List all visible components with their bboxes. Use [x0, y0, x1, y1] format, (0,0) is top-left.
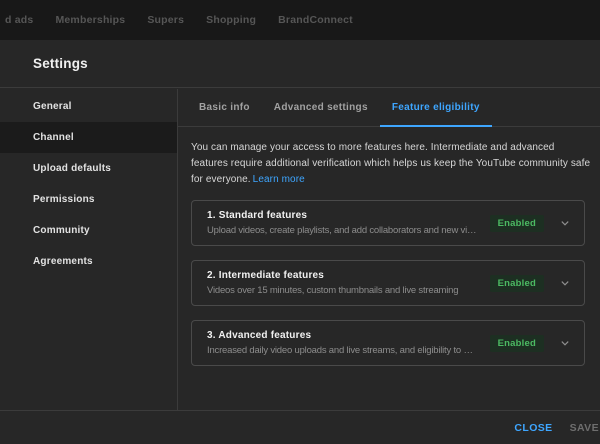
tab-bar: Basic info Advanced settings Feature eli… [178, 89, 600, 127]
card-text: 2. Intermediate features Videos over 15 … [207, 270, 478, 296]
card-subtitle: Videos over 15 minutes, custom thumbnail… [207, 285, 478, 296]
card-subtitle: Upload videos, create playlists, and add… [207, 225, 478, 236]
topnav-item-ads[interactable]: d ads [5, 14, 33, 26]
feature-card-intermediate[interactable]: 2. Intermediate features Videos over 15 … [191, 260, 585, 306]
feature-cards-list: 1. Standard features Upload videos, crea… [191, 200, 585, 366]
topnav-item-brandconnect[interactable]: BrandConnect [278, 14, 353, 26]
feature-card-standard[interactable]: 1. Standard features Upload videos, crea… [191, 200, 585, 246]
card-text: 1. Standard features Upload videos, crea… [207, 210, 478, 236]
tab-feature-eligibility[interactable]: Feature eligibility [380, 89, 492, 126]
sidebar-item-channel[interactable]: Channel [0, 122, 177, 153]
chevron-down-icon[interactable] [556, 334, 574, 352]
youtube-studio-settings-screen: d ads Memberships Supers Shopping BrandC… [0, 0, 600, 444]
card-text: 3. Advanced features Increased daily vid… [207, 330, 478, 356]
intro-text-body: You can manage your access to more featu… [191, 142, 590, 185]
page-title: Settings [33, 56, 88, 71]
tab-advanced-settings[interactable]: Advanced settings [262, 89, 380, 126]
settings-sidebar: General Channel Upload defaults Permissi… [0, 89, 178, 410]
channel-settings-content: Basic info Advanced settings Feature eli… [178, 89, 600, 410]
dialog-footer: CLOSE SAVE [0, 410, 600, 444]
chevron-down-icon[interactable] [556, 274, 574, 292]
tab-basic-info[interactable]: Basic info [187, 89, 262, 126]
feature-card-advanced[interactable]: 3. Advanced features Increased daily vid… [191, 320, 585, 366]
chevron-down-icon[interactable] [556, 214, 574, 232]
sidebar-item-permissions[interactable]: Permissions [0, 184, 177, 215]
topnav-item-shopping[interactable]: Shopping [206, 14, 256, 26]
card-title: 3. Advanced features [207, 330, 478, 341]
close-button[interactable]: CLOSE [514, 422, 552, 434]
background-topnav: d ads Memberships Supers Shopping BrandC… [0, 0, 600, 40]
sidebar-item-community[interactable]: Community [0, 215, 177, 246]
intro-text: You can manage your access to more featu… [191, 140, 591, 188]
save-button[interactable]: SAVE [570, 422, 599, 434]
dialog-body: General Channel Upload defaults Permissi… [0, 89, 600, 410]
dialog-header: Settings [0, 40, 600, 88]
sidebar-item-agreements[interactable]: Agreements [0, 246, 177, 277]
status-badge: Enabled [490, 335, 544, 352]
sidebar-item-upload-defaults[interactable]: Upload defaults [0, 153, 177, 184]
card-subtitle: Increased daily video uploads and live s… [207, 345, 478, 356]
card-title: 2. Intermediate features [207, 270, 478, 281]
card-title: 1. Standard features [207, 210, 478, 221]
status-badge: Enabled [490, 275, 544, 292]
status-badge: Enabled [490, 215, 544, 232]
settings-dialog: Settings General Channel Upload defaults… [0, 40, 600, 444]
learn-more-link[interactable]: Learn more [253, 174, 305, 185]
topnav-item-supers[interactable]: Supers [147, 14, 184, 26]
topnav-item-memberships[interactable]: Memberships [55, 14, 125, 26]
sidebar-item-general[interactable]: General [0, 91, 177, 122]
